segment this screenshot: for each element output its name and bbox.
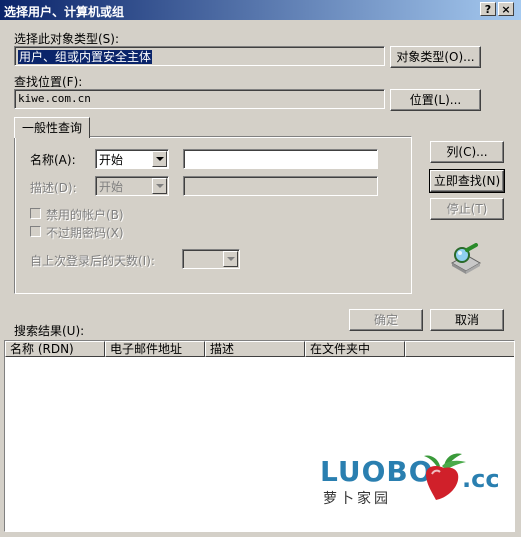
object-type-field: 用户、组或内置安全主体: [14, 46, 385, 66]
stop-button[interactable]: 停止(T): [430, 198, 504, 220]
disabled-accounts-checkbox[interactable]: [30, 208, 41, 219]
search-results-list[interactable]: 名称 (RDN) 电子邮件地址 描述 在文件夹中: [4, 340, 515, 532]
search-results-label: 搜索结果(U):: [14, 324, 85, 338]
description-mode-value: 开始: [99, 180, 124, 194]
name-input[interactable]: [183, 149, 378, 169]
disabled-accounts-label: 禁用的帐户(B): [46, 208, 124, 222]
tab-common-queries[interactable]: 一般性查询: [14, 117, 90, 138]
location-field: kiwe.com.cn: [14, 89, 385, 109]
description-mode-select[interactable]: 开始: [95, 176, 169, 196]
chevron-down-icon[interactable]: [152, 151, 167, 167]
object-type-value: 用户、组或内置安全主体: [18, 50, 153, 64]
location-value: kiwe.com.cn: [18, 92, 91, 105]
object-type-label: 选择此对象类型(S):: [14, 32, 120, 46]
name-mode-select[interactable]: 开始: [95, 149, 169, 169]
column-header-description[interactable]: 描述: [205, 341, 305, 357]
find-now-button[interactable]: 立即查找(N): [429, 169, 505, 193]
watermark-brand: LUOBO: [320, 455, 434, 488]
chevron-down-icon[interactable]: [223, 251, 238, 267]
cancel-button[interactable]: 取消: [430, 309, 504, 331]
column-header-name[interactable]: 名称 (RDN): [5, 341, 105, 357]
column-header-filler: [405, 341, 514, 357]
object-types-button[interactable]: 对象类型(O)...: [390, 46, 481, 68]
help-button[interactable]: ?: [480, 2, 496, 16]
close-button[interactable]: ×: [498, 2, 514, 16]
watermark-tagline: 萝卜家园: [323, 491, 391, 507]
window-title: 选择用户、计算机或组: [4, 5, 125, 19]
description-input[interactable]: [183, 176, 378, 196]
search-magnifier-icon: [450, 243, 482, 274]
name-label: 名称(A):: [30, 153, 76, 167]
watermark-domain: .cc: [462, 465, 500, 493]
column-header-email[interactable]: 电子邮件地址: [105, 341, 205, 357]
locations-button[interactable]: 位置(L)...: [390, 89, 481, 111]
name-mode-value: 开始: [99, 153, 124, 167]
column-header-folder[interactable]: 在文件夹中: [305, 341, 405, 357]
non-expiring-password-label: 不过期密码(X): [46, 226, 124, 240]
non-expiring-password-checkbox[interactable]: [30, 226, 41, 237]
ok-button[interactable]: 确定: [349, 309, 423, 331]
chevron-down-icon[interactable]: [152, 178, 167, 194]
description-label: 描述(D):: [30, 181, 77, 195]
location-label: 查找位置(F):: [14, 75, 83, 89]
days-since-logon-select[interactable]: [182, 249, 240, 269]
columns-button[interactable]: 列(C)...: [430, 141, 504, 163]
days-since-logon-label: 自上次登录后的天数(I):: [30, 254, 155, 268]
